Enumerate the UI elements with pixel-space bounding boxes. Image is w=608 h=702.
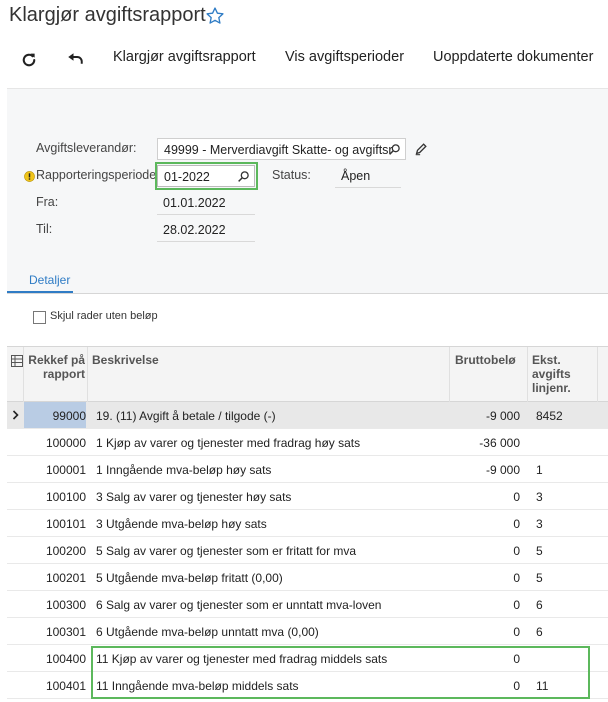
row-amount: 0 [513,571,520,585]
row-amount: 0 [513,625,520,639]
vendor-label: Avgiftsleverandør: [36,141,137,155]
to-value: 28.02.2022 [163,223,226,237]
row-amount: 0 [513,490,520,504]
to-underline [157,241,255,242]
undo-icon[interactable] [66,51,84,69]
header-separator [527,347,528,402]
row-amount: -9 000 [485,463,520,477]
row-code-cell: 100000 [45,436,86,450]
prepare-report-button[interactable]: Klargjør avgiftsrapport [113,49,256,65]
header-separator [23,347,24,402]
tab-details-label: Detaljer [29,273,71,287]
table-row[interactable]: 100101 3 Utgående mva-beløp høy sats 0 3 [7,510,608,537]
row-code-cell: 100100 [45,490,86,504]
row-description: 3 Salg av varer og tjenester høy sats [96,490,292,504]
table-row[interactable]: 100400 11 Kjøp av varer og tjenester med… [7,645,608,672]
row-description: 19. (11) Avgift å betale / tilgode (-) [96,409,276,423]
header-ext-line[interactable]: Ekst. avgifts linjenr. [532,353,576,395]
row-description: 3 Utgående mva-beløp høy sats [96,517,267,531]
status-label: Status: [272,168,311,182]
row-code-cell: 100101 [45,517,86,531]
column-settings-icon[interactable] [11,355,23,367]
table-row[interactable]: 100401 11 Inngående mva-beløp middels sa… [7,672,608,699]
table-row[interactable]: 100100 3 Salg av varer og tjenester høy … [7,483,608,510]
row-description: 11 Kjøp av varer og tjenester med fradra… [96,652,388,666]
vendor-value: 49999 - Merverdiavgift Skatte- og avgift… [164,143,393,157]
from-underline [157,214,255,215]
tab-strip: Detaljer [7,263,608,293]
row-description: 5 Salg av varer og tjenester som er frit… [96,544,357,558]
row-ext-line: 5 [536,544,543,558]
row-code-cell: 100201 [45,571,86,585]
from-value: 01.01.2022 [163,196,226,210]
row-description: 6 Utgående mva-beløp unntatt mva (0,00) [96,625,319,639]
row-pointer-icon [12,410,19,420]
table-row[interactable]: 100301 6 Utgående mva-beløp unntatt mva … [7,618,608,645]
row-amount: 0 [513,679,520,693]
period-label: Rapporteringsperiode [36,168,157,182]
row-amount: 0 [513,652,520,666]
status-underline [335,187,401,188]
table-row[interactable]: 100300 6 Salg av varer og tjenester som … [7,591,608,618]
vendor-field[interactable]: 49999 - Merverdiavgift Skatte- og avgift… [157,138,406,160]
details-grid: Rekkef på rapport Beskrivelse Bruttobelø… [7,346,608,702]
hide-zero-rows-label[interactable]: Skjul rader uten beløp [50,310,158,322]
tab-details[interactable]: Detaljer [7,263,73,293]
row-code-cell: 100400 [45,652,86,666]
header-separator [87,347,88,402]
row-amount: -9 000 [485,409,520,423]
row-description: 1 Inngående mva-beløp høy sats [96,463,272,477]
header-gross-amount[interactable]: Bruttobelø [455,353,525,367]
table-row[interactable]: 100000 1 Kjøp av varer og tjenester med … [7,429,608,456]
to-label: Til: [36,222,53,236]
filter-area: Skjul rader uten beløp [7,294,608,346]
status-value: Åpen [341,169,371,183]
toolbar: Klargjør avgiftsrapport Vis avgiftsperio… [0,40,608,80]
row-ext-line: 1 [536,463,543,477]
row-ext-line: 6 [536,625,543,639]
row-amount: 0 [513,544,520,558]
row-amount: 0 [513,598,520,612]
table-row[interactable]: 99000 19. (11) Avgift å betale / tilgode… [7,402,608,429]
row-ext-line: 8452 [536,409,563,423]
table-row[interactable]: 100201 5 Utgående mva-beløp fritatt (0,0… [7,564,608,591]
row-ext-line: 3 [536,517,543,531]
row-code-cell: 100401 [45,679,86,693]
row-ext-line: 5 [536,571,543,585]
row-description: 6 Salg av varer og tjenester som er unnt… [96,598,382,612]
header-separator [597,347,598,402]
row-amount: -36 000 [479,436,520,450]
row-ext-line: 11 [536,679,549,693]
header-line-order[interactable]: Rekkef på rapport [27,353,85,381]
grid-header: Rekkef på rapport Beskrivelse Bruttobelø… [7,346,608,402]
row-code-cell: 100200 [45,544,86,558]
row-amount: 0 [513,517,520,531]
edit-pencil-icon[interactable] [414,142,428,156]
warning-icon [24,171,35,182]
row-code-cell: 100300 [45,598,86,612]
refresh-icon[interactable] [20,51,38,69]
row-description: 1 Kjøp av varer og tjenester med fradrag… [96,436,361,450]
unupdated-documents-button[interactable]: Uoppdaterte dokumenter [433,49,593,65]
header-separator [449,347,450,402]
hide-zero-rows-checkbox[interactable] [33,311,46,324]
row-description: 11 Inngående mva-beløp middels sats [96,679,299,693]
page-title: Klargjør avgiftsrapport [9,4,206,26]
period-focus-highlight [155,162,258,190]
from-label: Fra: [36,195,59,209]
title-bar: Klargjør avgiftsrapport [0,0,608,34]
table-row[interactable]: 100200 5 Salg av varer og tjenester som … [7,537,608,564]
row-code-cell: 100301 [45,625,86,639]
row-description: 5 Utgående mva-beløp fritatt (0,00) [96,571,283,585]
header-description[interactable]: Beskrivelse [92,353,292,367]
table-row[interactable]: 100001 1 Inngående mva-beløp høy sats -9… [7,456,608,483]
row-code-cell: 100001 [45,463,86,477]
row-ext-line: 3 [536,490,543,504]
row-code-cell: 99000 [24,402,86,428]
favorite-star-icon[interactable] [205,6,225,26]
vendor-search-icon[interactable] [388,143,401,156]
row-ext-line: 6 [536,598,543,612]
view-periods-button[interactable]: Vis avgiftsperioder [285,49,404,65]
